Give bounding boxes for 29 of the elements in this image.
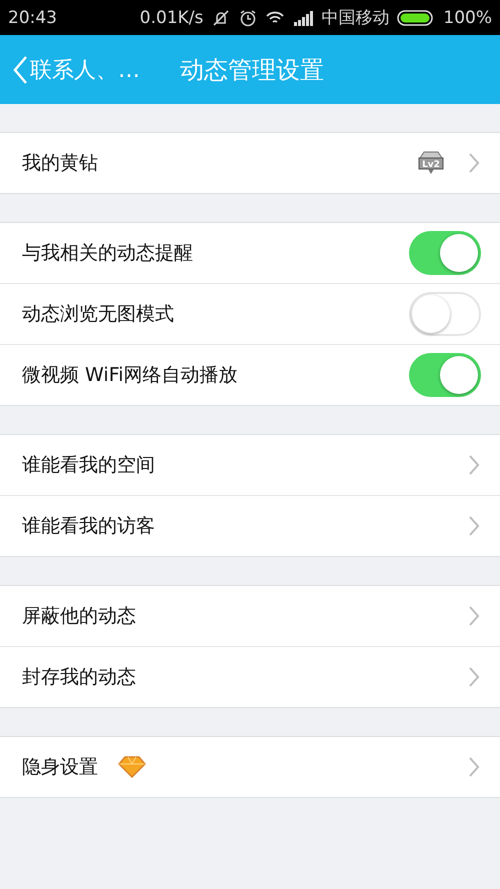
chevron-icon xyxy=(468,666,480,688)
signal-icon xyxy=(293,10,314,26)
chevron-icon xyxy=(468,152,480,174)
wifi-icon xyxy=(265,10,286,26)
status-time: 20:43 xyxy=(8,8,57,28)
setting-label: 与我相关的动态提醒 xyxy=(22,241,193,266)
setting-label[interactable]: 屏蔽他的动态 xyxy=(22,603,136,629)
back-chevron-icon[interactable] xyxy=(12,54,28,84)
page-title: 动态管理设置 xyxy=(180,54,324,86)
alarm-icon xyxy=(239,8,258,26)
battery-icon xyxy=(397,10,436,26)
chevron-icon xyxy=(468,454,480,476)
setting-label[interactable]: 封存我的动态 xyxy=(22,664,136,690)
toggle-switch[interactable] xyxy=(409,231,481,275)
setting-label[interactable]: 我的黄钻 xyxy=(22,150,98,176)
network-speed: 0.01K/s xyxy=(140,8,204,28)
setting-label[interactable]: 谁能看我的访客 xyxy=(22,513,155,539)
carrier-name: 中国移动 xyxy=(321,7,390,29)
chevron-icon xyxy=(468,756,480,778)
chevron-icon xyxy=(468,605,480,627)
battery-level: 100% xyxy=(443,8,492,28)
setting-label: 动态浏览无图模式 xyxy=(22,302,174,327)
setting-label: 微视频 WiFi网络自动播放 xyxy=(22,363,238,388)
toggle-switch[interactable] xyxy=(409,292,481,336)
chevron-icon xyxy=(468,515,480,537)
setting-label[interactable]: 谁能看我的空间 xyxy=(22,452,155,478)
setting-label[interactable]: 隐身设置 xyxy=(22,754,98,780)
toggle-switch[interactable] xyxy=(409,353,481,397)
muted-vibrate-icon xyxy=(211,8,232,26)
